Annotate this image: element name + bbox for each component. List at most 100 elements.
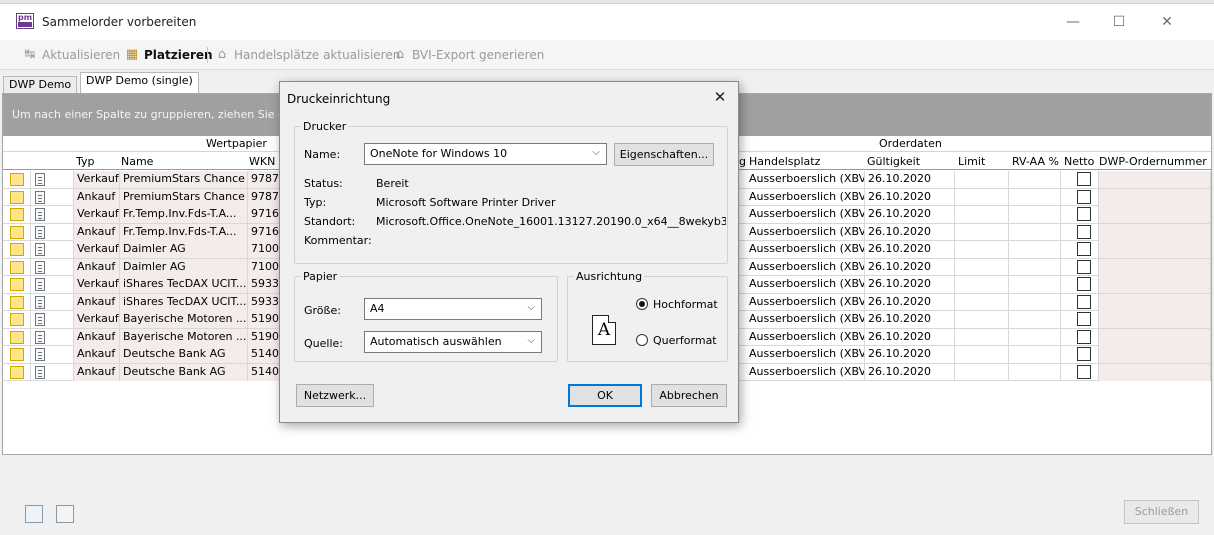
row-selector[interactable]: [10, 243, 24, 256]
row-selector[interactable]: [10, 208, 24, 221]
status-value: Bereit: [376, 177, 409, 190]
landscape-label[interactable]: Querformat: [653, 334, 717, 347]
row-selector[interactable]: [10, 295, 24, 309]
paper-size-select[interactable]: A4 ⌵: [364, 298, 542, 320]
maximize-button[interactable]: ☐: [1096, 8, 1142, 36]
refresh-button[interactable]: ↹ Aktualisieren: [22, 46, 121, 64]
netto-checkbox[interactable]: [1077, 259, 1091, 274]
cell-validity: 26.10.2020: [865, 328, 955, 346]
netto-checkbox[interactable]: [1077, 242, 1091, 256]
document-icon: [35, 225, 45, 239]
netto-checkbox[interactable]: [1077, 224, 1091, 239]
row-selector[interactable]: [10, 330, 24, 344]
cancel-button[interactable]: Abbrechen: [651, 384, 727, 407]
cell-venue: Ausserboerslich (XBV): [746, 188, 865, 206]
document-icon: [35, 208, 45, 221]
network-button[interactable]: Netzwerk...: [296, 384, 374, 407]
row-selector[interactable]: [10, 348, 24, 361]
type-value: Microsoft Software Printer Driver: [376, 196, 556, 209]
cell-venue: Ausserboerslich (XBV): [746, 258, 865, 276]
netto-checkbox[interactable]: [1077, 347, 1091, 361]
refresh-icon: ↹: [24, 47, 36, 62]
cell-venue: Ausserboerslich (XBV): [746, 328, 865, 346]
minimize-button[interactable]: —: [1050, 8, 1096, 36]
netto-checkbox[interactable]: [1077, 312, 1091, 326]
cell-rvaa: [1009, 241, 1061, 258]
cell-venue: Ausserboerslich (XBV): [746, 363, 865, 381]
cell-limit: [955, 171, 1009, 188]
col-name[interactable]: Name: [121, 155, 153, 168]
row-selector[interactable]: [10, 190, 24, 204]
paper-source-value: Automatisch auswählen: [370, 335, 502, 348]
col-limit[interactable]: Limit: [958, 155, 985, 168]
cell-name: Daimler AG: [120, 258, 248, 276]
netto-checkbox[interactable]: [1077, 277, 1091, 291]
col-venue[interactable]: Handelsplatz: [749, 155, 820, 168]
row-selector[interactable]: [10, 365, 24, 379]
printer-name-select[interactable]: OneNote for Windows 10 ⌵: [364, 143, 607, 165]
cell-dwp-order-number: [1099, 363, 1211, 381]
chevron-down-icon: ⌵: [592, 147, 600, 158]
tab-dwp-demo[interactable]: DWP Demo: [3, 76, 78, 94]
row-selector[interactable]: [10, 313, 24, 326]
col-wkn[interactable]: WKN: [249, 155, 275, 168]
cell-typ: Ankauf: [74, 223, 120, 241]
col-rvaa[interactable]: RV-AA %: [1012, 155, 1059, 168]
cell-name: iShares TecDAX UCIT...: [120, 293, 248, 311]
row-selector[interactable]: [10, 278, 24, 291]
landscape-radio[interactable]: [636, 334, 648, 346]
bvi-export-label: BVI-Export generieren: [412, 48, 545, 62]
cell-rvaa: [1009, 258, 1061, 276]
close-window-button[interactable]: ✕: [1144, 8, 1190, 36]
chevron-down-icon: ⌵: [527, 302, 535, 313]
dialog-title: Druckeinrichtung: [287, 92, 391, 106]
netto-checkbox[interactable]: [1077, 329, 1091, 344]
dialog-close-button[interactable]: ✕: [710, 87, 730, 107]
cell-typ: Ankauf: [74, 188, 120, 206]
netto-checkbox[interactable]: [1077, 172, 1091, 186]
document-icon: [35, 348, 45, 361]
orientation-group-label: Ausrichtung: [576, 270, 643, 283]
netto-checkbox[interactable]: [1077, 364, 1091, 379]
col-typ[interactable]: Typ: [76, 155, 95, 168]
update-venues-button[interactable]: ⌂ Handelsplätze aktualisieren: [214, 46, 400, 64]
col-netto[interactable]: Netto: [1064, 155, 1094, 168]
cell-dwp-order-number: [1099, 258, 1211, 276]
netto-checkbox[interactable]: [1077, 207, 1091, 221]
portrait-label[interactable]: Hochformat: [653, 298, 718, 311]
preview-icon[interactable]: [25, 505, 43, 523]
bvi-export-button[interactable]: ⌂ BVI-Export generieren: [392, 46, 544, 64]
close-button[interactable]: Schließen: [1124, 500, 1199, 524]
app-icon-text: pm: [17, 13, 33, 22]
cell-venue: Ausserboerslich (XBV): [746, 241, 865, 258]
place-button[interactable]: ▦ Platzieren: [124, 46, 213, 64]
portrait-radio[interactable]: [636, 298, 648, 310]
ok-button[interactable]: OK: [568, 384, 642, 407]
tab-dwp-demo-single[interactable]: DWP Demo (single): [80, 72, 199, 94]
col-dwp-order-number[interactable]: DWP-Ordernummer: [1099, 155, 1207, 168]
document-icon: [35, 330, 45, 344]
cell-dwp-order-number: [1099, 311, 1211, 328]
col-g[interactable]: g: [739, 155, 746, 168]
print-icon[interactable]: [56, 505, 74, 523]
cell-validity: 26.10.2020: [865, 311, 955, 328]
netto-checkbox[interactable]: [1077, 189, 1091, 204]
cell-dwp-order-number: [1099, 206, 1211, 223]
cell-limit: [955, 206, 1009, 223]
paper-source-select[interactable]: Automatisch auswählen ⌵: [364, 331, 542, 353]
row-selector[interactable]: [10, 225, 24, 239]
band-order-data: Orderdaten: [879, 137, 942, 150]
cell-typ: Ankauf: [74, 346, 120, 363]
size-label: Größe:: [304, 304, 341, 317]
row-selector[interactable]: [10, 260, 24, 274]
netto-checkbox[interactable]: [1077, 294, 1091, 309]
properties-button[interactable]: Eigenschaften...: [614, 143, 714, 166]
row-selector[interactable]: [10, 173, 24, 186]
printer-name-label: Name:: [304, 148, 341, 161]
cell-name: Daimler AG: [120, 241, 248, 258]
title-bar: pm Sammelorder vorbereiten — ☐ ✕: [0, 4, 1214, 40]
cell-validity: 26.10.2020: [865, 188, 955, 206]
paper-group-label: Papier: [303, 270, 338, 283]
col-validity[interactable]: Gültigkeit: [867, 155, 920, 168]
cell-typ: Verkauf: [74, 206, 120, 223]
